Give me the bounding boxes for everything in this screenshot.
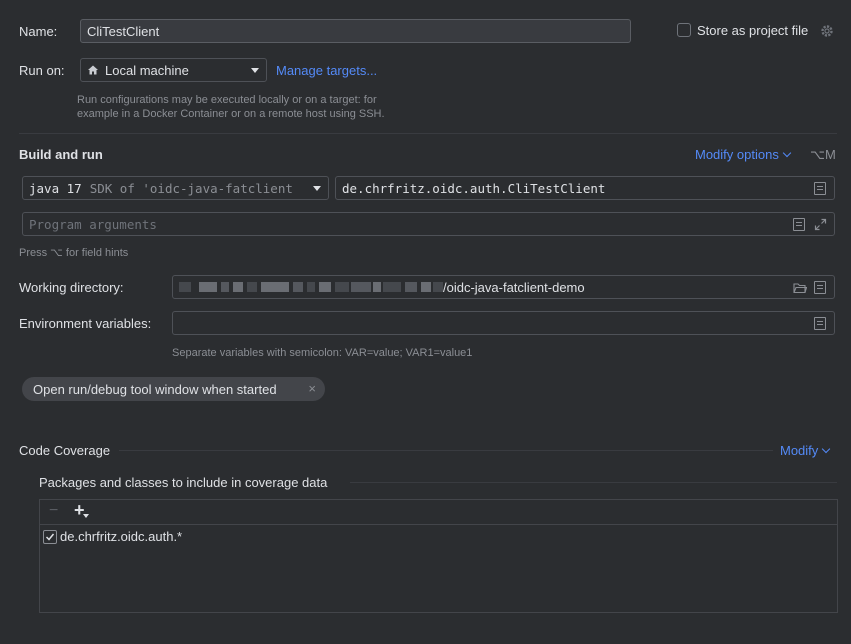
program-arguments-placeholder: Program arguments: [29, 216, 157, 232]
main-class-input[interactable]: de.chrfritz.oidc.auth.CliTestClient: [335, 176, 835, 200]
store-project-checkbox[interactable]: [677, 23, 691, 37]
insert-macro-icon[interactable]: [793, 218, 805, 231]
add-dropdown-chevron-icon: [83, 514, 89, 518]
close-icon[interactable]: ×: [308, 381, 316, 396]
chevron-down-icon: [313, 186, 321, 191]
sdk-description: SDK of 'oidc-java-fatclient: [89, 180, 293, 196]
package-checkbox[interactable]: [43, 529, 57, 544]
packages-title: Packages and classes to include in cover…: [39, 475, 328, 490]
insert-macro-icon[interactable]: [814, 281, 826, 294]
build-run-title: Build and run: [19, 147, 103, 162]
field-hint: Press ⌥ for field hints: [19, 247, 129, 259]
package-label: de.chrfritz.oidc.auth.*: [60, 529, 183, 544]
coverage-modify-link[interactable]: Modify: [780, 443, 831, 458]
run-on-hint-2: example in a Docker Container or on a re…: [77, 108, 385, 120]
home-icon: [88, 65, 98, 75]
run-on-hint-1: Run configurations may be executed local…: [77, 94, 377, 106]
chevron-down-icon: [782, 148, 792, 158]
run-on-label: Run on:: [19, 63, 65, 78]
environment-variables-input[interactable]: [172, 311, 835, 335]
list-item[interactable]: de.chrfritz.oidc.auth.*: [43, 529, 182, 544]
coverage-modify-label: Modify: [780, 443, 819, 458]
packages-panel: − + de.chrfritz.oidc.auth.*: [39, 499, 838, 613]
working-directory-value: /oidc-java-fatclient-demo: [443, 280, 585, 295]
checkmark-icon: [45, 533, 55, 541]
store-project-label[interactable]: Store as project file: [697, 23, 808, 38]
run-on-value: Local machine: [105, 62, 189, 78]
divider: [119, 450, 773, 451]
working-directory-input[interactable]: /oidc-java-fatclient-demo: [172, 275, 835, 299]
gear-icon[interactable]: [820, 24, 834, 38]
code-coverage-title: Code Coverage: [19, 443, 111, 458]
program-arguments-input[interactable]: Program arguments: [22, 212, 835, 236]
working-directory-label: Working directory:: [19, 280, 124, 295]
main-class-value: de.chrfritz.oidc.auth.CliTestClient: [342, 180, 606, 196]
sdk-select[interactable]: java 17 SDK of 'oidc-java-fatclient: [22, 176, 329, 200]
modify-options-shortcut: ⌥M: [810, 147, 836, 162]
expand-icon[interactable]: [814, 218, 827, 231]
chevron-down-icon: [822, 444, 831, 454]
name-input[interactable]: CliTestClient: [80, 19, 631, 43]
run-on-select[interactable]: Local machine: [80, 58, 267, 82]
remove-icon[interactable]: −: [49, 502, 58, 520]
manage-targets-link[interactable]: Manage targets...: [276, 63, 377, 78]
environment-variables-hint: Separate variables with semicolon: VAR=v…: [172, 347, 473, 359]
packages-toolbar: − +: [40, 500, 837, 525]
name-label: Name:: [19, 24, 58, 39]
divider: [350, 482, 837, 483]
name-value: CliTestClient: [87, 23, 160, 39]
redacted-path: [179, 282, 191, 292]
modify-options-link[interactable]: Modify options: [695, 147, 792, 162]
folder-icon[interactable]: [793, 282, 807, 294]
open-tool-window-label: Open run/debug tool window when started: [33, 381, 277, 397]
browse-icon[interactable]: [814, 317, 826, 330]
browse-icon[interactable]: [814, 182, 826, 195]
environment-variables-label: Environment variables:: [19, 316, 152, 331]
modify-options-label: Modify options: [695, 147, 779, 162]
sdk-java: java 17: [29, 180, 82, 196]
open-tool-window-tag[interactable]: Open run/debug tool window when started …: [22, 377, 325, 401]
divider: [19, 133, 837, 134]
chevron-down-icon: [251, 68, 259, 73]
